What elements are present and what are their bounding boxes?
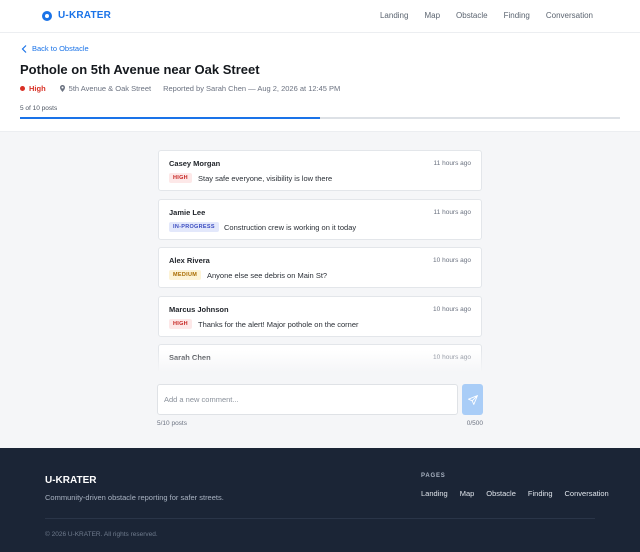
progress-label: 5 of 10 posts [20,105,58,112]
obstacle-header: Back to Obstacle Pothole on 5th Avenue n… [0,33,640,132]
comment-time: 10 hours ago [433,305,471,313]
comment-author: Marcus Johnson [169,304,229,314]
top-header: U-KRATER Landing Map Obstacle Finding Co… [0,0,640,33]
footer-link-obstacle[interactable]: Obstacle [486,489,516,498]
back-link-label: Back to Obstacle [32,44,89,53]
nav-obstacle[interactable]: Obstacle [456,11,488,20]
location-pin-icon [59,85,65,92]
obstacle-meta: High 5th Avenue & Oak Street Reported by… [20,84,340,93]
comment-text: Thanks for the alert! Major pothole on t… [198,319,359,329]
brand-logo[interactable]: U-KRATER [42,10,111,21]
copyright: © 2026 U-KRATER. All rights reserved. [45,531,158,538]
chevron-left-icon [21,44,27,53]
footer-link-conversation[interactable]: Conversation [565,489,609,498]
comment-time: 10 hours ago [433,257,471,264]
logo-icon [42,10,52,21]
progress-fill [20,117,320,119]
footer-link-landing[interactable]: Landing [421,489,448,498]
progress-bar [20,117,620,119]
comment-author: Jamie Lee [169,207,206,217]
footer-link-finding[interactable]: Finding [528,489,553,498]
main-nav: Landing Map Obstacle Finding Conversatio… [364,11,593,20]
nav-map[interactable]: Map [424,11,440,20]
comment-text: Anyone else see debris on Main St? [207,271,328,280]
severity-badge: MEDIUM [169,270,202,280]
comment-author: Casey Morgan [169,159,221,168]
comment-composer [157,384,483,415]
comment-time: 11 hours ago [433,160,471,167]
comment-author: Sarah Chen [169,353,211,362]
nav-conversation[interactable]: Conversation [546,11,593,20]
site-footer: U-KRATER Community-driven obstacle repor… [0,448,640,552]
comment-text: Construction crew is working on it today [224,222,357,232]
severity-badge: HIGH [169,173,192,183]
brand-name: U-KRATER [58,10,112,21]
comment-feed[interactable]: Casey Morgan 11 hours ago HIGH Stay safe… [158,150,482,372]
nav-landing[interactable]: Landing [380,11,408,20]
page-title: Pothole on 5th Avenue near Oak Street [20,62,260,77]
comment-card: Jamie Lee 11 hours ago IN-PROGRESS Const… [158,198,482,240]
footer-link-map[interactable]: Map [460,489,475,498]
location-text: 5th Avenue & Oak Street [68,84,152,93]
reported-by: Reported by Sarah Chen — Aug 2, 2026 at … [163,84,341,93]
char-count: 0/500 [466,420,483,427]
send-button[interactable] [462,384,483,415]
footer-pages-heading: PAGES [421,473,446,479]
comment-card: Alex Rivera 10 hours ago MEDIUM Anyone e… [158,247,482,288]
comment-author: Alex Rivera [169,256,210,265]
comment-time: 11 hours ago [433,208,471,216]
severity-badge: HIGH [169,318,192,329]
footer-divider [45,518,595,519]
footer-brand: U-KRATER [45,475,97,486]
comment-card: Casey Morgan 11 hours ago HIGH Stay safe… [158,150,482,191]
footer-tagline: Community-driven obstacle reporting for … [45,493,224,502]
severity-dot-icon [20,86,25,91]
footer-links: Landing Map Obstacle Finding Conversatio… [421,489,621,498]
comment-card: Sarah Chen 10 hours ago [158,344,482,372]
severity-label: High [29,84,46,93]
comment-text: Stay safe everyone, visibility is low th… [198,174,333,183]
comment-time: 10 hours ago [433,354,471,361]
post-count: 5/10 posts [157,420,187,427]
nav-finding[interactable]: Finding [504,11,530,20]
send-icon [467,394,478,405]
comment-card: Marcus Johnson 10 hours ago HIGH Thanks … [158,295,482,337]
back-link[interactable]: Back to Obstacle [21,44,89,53]
status-badge: IN-PROGRESS [169,221,219,232]
comment-input[interactable] [157,384,458,415]
